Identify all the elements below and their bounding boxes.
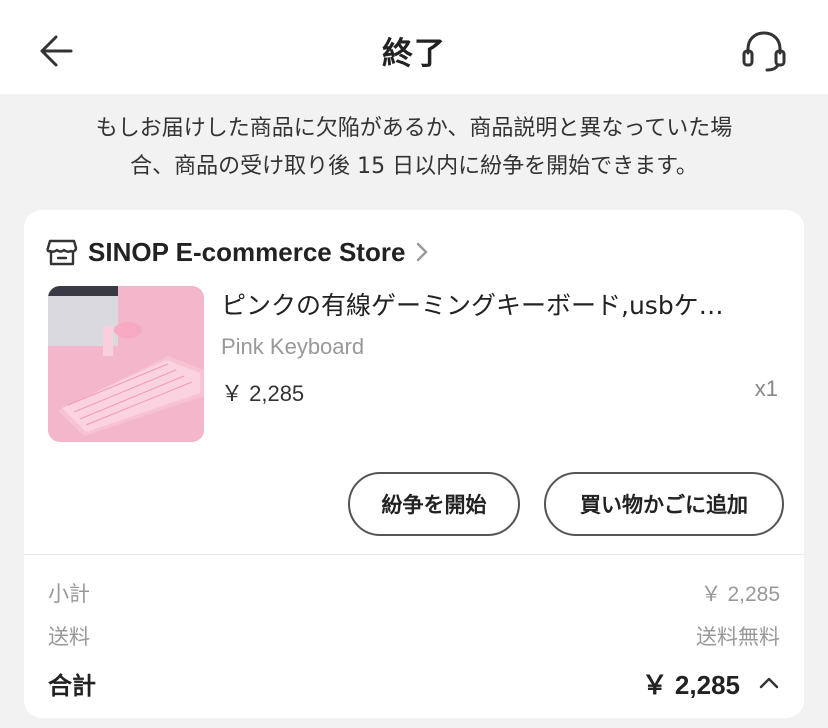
customer-support-button[interactable] xyxy=(738,28,790,74)
total-value: ￥ 2,285 xyxy=(641,669,740,700)
headset-icon xyxy=(742,31,786,72)
subtotal-row: 小計 ￥ 2,285 xyxy=(48,578,780,608)
page-title: 終了 xyxy=(382,36,446,72)
store-icon xyxy=(46,239,78,266)
product-image[interactable] xyxy=(48,286,204,442)
dispute-notice: もしお届けした商品に欠陥があるか、商品説明と異なっていた場 合、商品の受け取り後… xyxy=(40,110,788,186)
total-toggle[interactable]: ￥ 2,285 xyxy=(642,665,780,702)
product-quantity: x1 xyxy=(754,376,778,401)
shipping-row: 送料 送料無料 xyxy=(48,621,780,651)
top-bar: 終了 xyxy=(0,0,828,94)
subtotal-value: ￥ 2,285 xyxy=(700,583,780,606)
chevron-right-icon xyxy=(415,241,429,263)
shipping-value: 送料無料 xyxy=(696,626,780,649)
subtotal-label: 小計 xyxy=(48,582,90,606)
divider xyxy=(24,554,804,555)
notice-line-2: 合、商品の受け取り後 15 日以内に紛争を開始できます。 xyxy=(130,154,698,179)
open-dispute-button[interactable]: 紛争を開始 xyxy=(348,472,520,536)
chevron-up-icon xyxy=(758,676,780,690)
add-to-cart-button[interactable]: 買い物かごに追加 xyxy=(544,472,784,536)
product-price: ￥ 2,285 xyxy=(221,381,305,406)
total-row: 合計 ￥ 2,285 xyxy=(48,666,780,700)
store-name: SINOP E-commerce Store xyxy=(88,236,406,267)
product-title[interactable]: ピンクの有線ゲーミングキーボード,usbケ… xyxy=(221,286,781,322)
store-link[interactable]: SINOP E-commerce Store xyxy=(46,232,429,272)
shipping-label: 送料 xyxy=(48,625,90,649)
product-variant: Pink Keyboard xyxy=(221,334,365,359)
total-label: 合計 xyxy=(48,671,96,700)
notice-line-1: もしお届けした商品に欠陥があるか、商品説明と異なっていた場 xyxy=(95,116,733,141)
order-card: SINOP E-commerce Store ピンクの有線ゲーミングキーボード,… xyxy=(24,210,804,718)
